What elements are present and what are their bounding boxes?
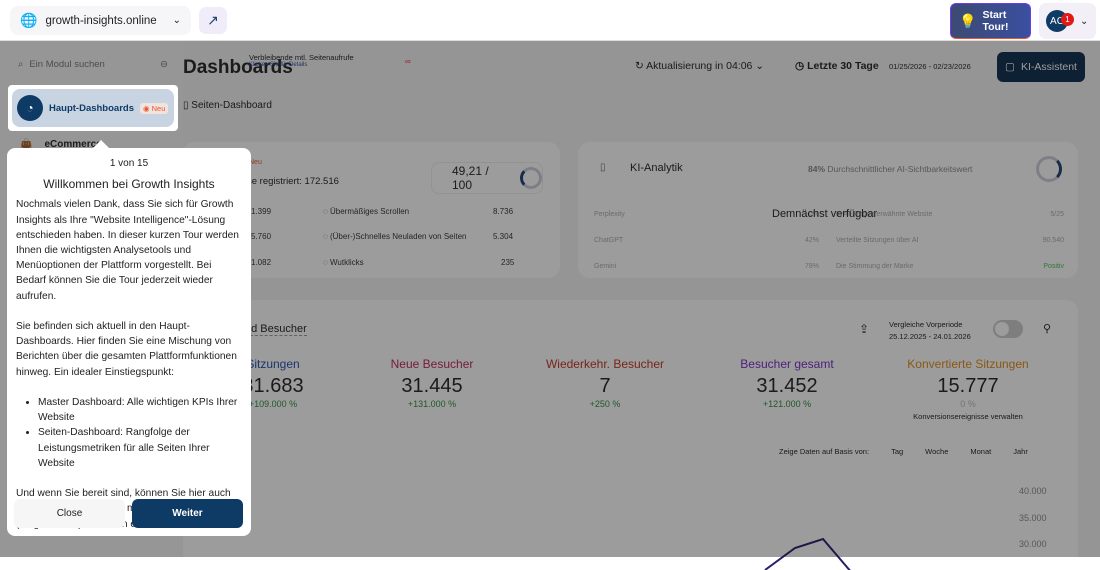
next-button[interactable]: Weiter — [132, 499, 243, 528]
notification-badge: 1 — [1061, 13, 1074, 26]
top-bar: 🌐 growth-insights.online ⌄ ↗ 💡 Start Tour! … — [0, 0, 1100, 41]
user-menu[interactable]: AC 1 ⌄ — [1039, 3, 1096, 39]
chevron-down-icon: ⌄ — [172, 15, 181, 26]
close-button[interactable]: Close — [14, 499, 125, 528]
external-link-button[interactable]: ↗ — [199, 7, 227, 34]
start-tour-button[interactable]: 💡 Start Tour! — [950, 3, 1031, 39]
tour-step: 1 von 15 — [109, 158, 149, 169]
external-link-icon: ↗ — [207, 12, 219, 28]
lightbulb-icon: 💡 — [959, 12, 977, 29]
chevron-down-icon: ⌄ — [1080, 15, 1089, 27]
dashboard-icon: ◔ — [17, 95, 43, 121]
globe-icon: 🌐 — [20, 12, 38, 28]
tour-title: Willkommen bei Growth Insights — [43, 177, 215, 192]
new-badge: ◉ Neu — [139, 102, 169, 114]
sidebar-item-haupt-dashboards[interactable]: ◔ Haupt-Dashboards ◉ Neu — [8, 85, 178, 131]
tour-tooltip: 1 von 15 Willkommen bei Growth Insights … — [7, 140, 251, 536]
site-selector[interactable]: 🌐 growth-insights.online ⌄ — [10, 6, 191, 35]
avatar: AC 1 — [1046, 10, 1074, 32]
